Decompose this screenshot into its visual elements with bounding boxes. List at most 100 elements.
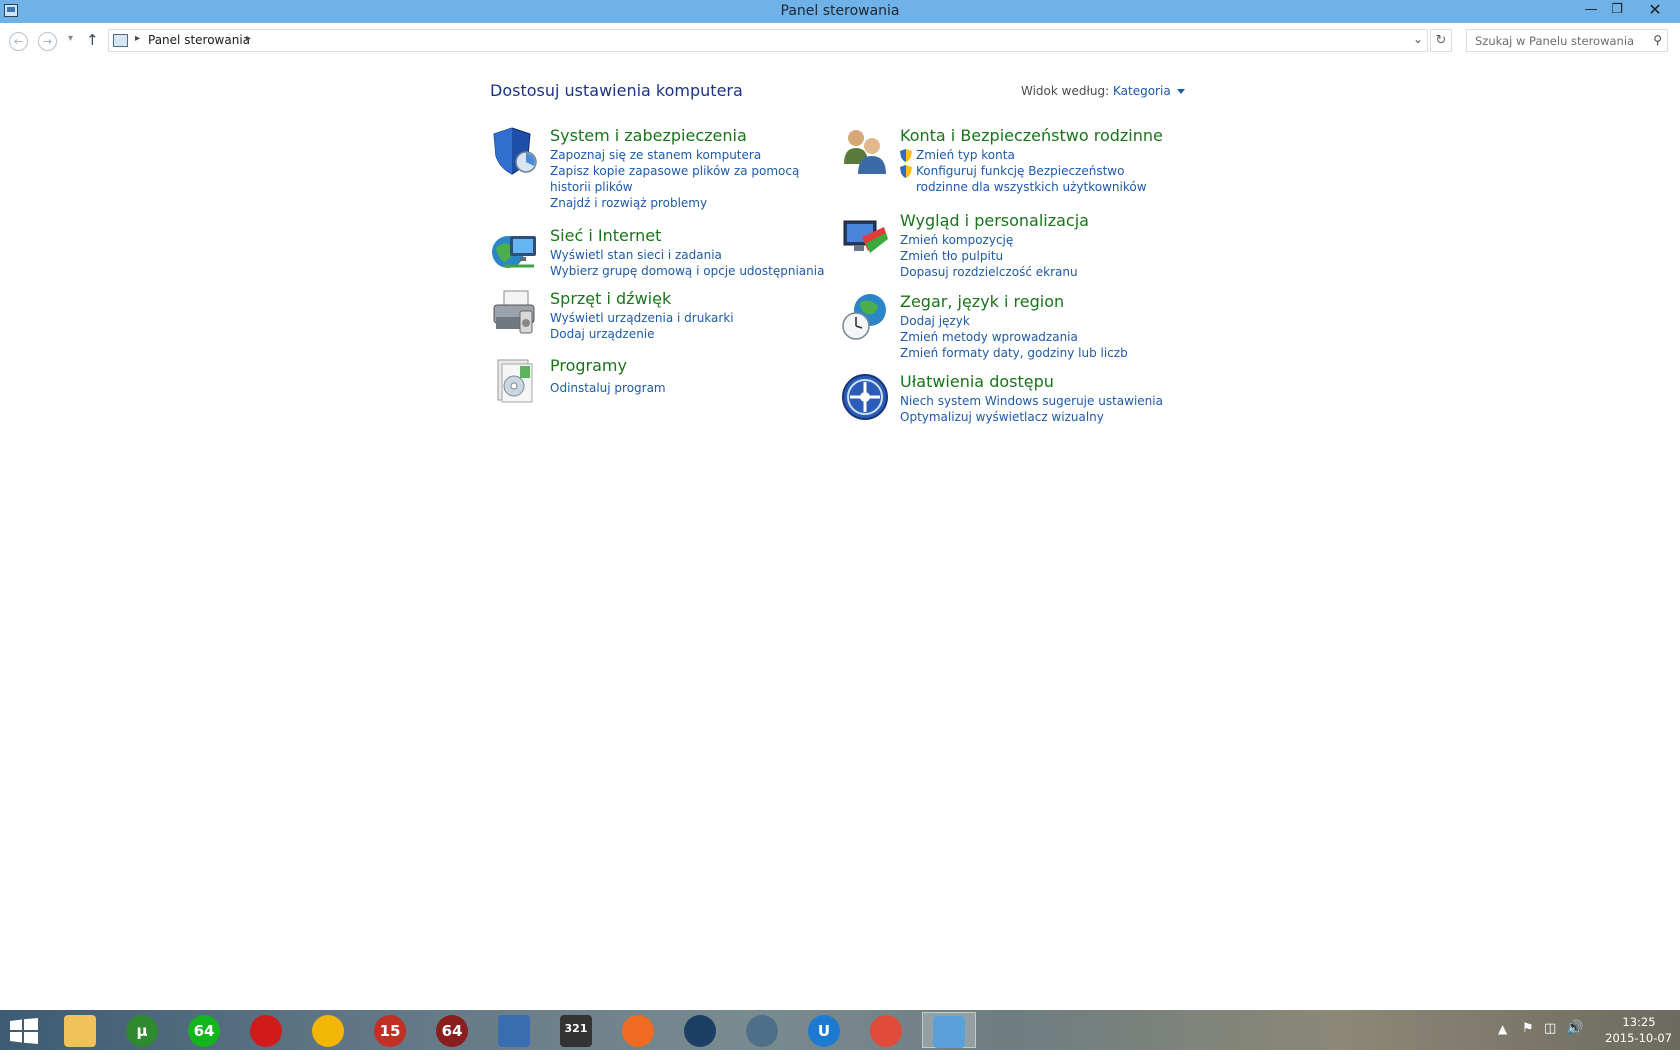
category-link[interactable]: Konfiguruj funkcję Bezpieczeństwo rodzin… [900,163,1170,195]
category-title[interactable]: Sprzęt i dźwięk [550,289,671,308]
category-link[interactable]: Zmień formaty daty, godziny lub liczb [900,345,1128,361]
recent-locations-button[interactable]: ▾ [68,33,73,44]
category-title[interactable]: Konta i Bezpieczeństwo rodzinne [900,126,1163,145]
clock-date: 2015-10-07 [1605,1031,1672,1045]
age-rating-app-icon: 15 [374,1015,406,1047]
uplay-icon: U [808,1015,840,1047]
chevron-down-icon[interactable]: ⌄ [1413,32,1423,46]
taskbar-mail-app-button[interactable] [488,1012,542,1048]
taskbar-control-panel-button[interactable] [922,1012,976,1048]
search-box[interactable]: ⚲ [1466,29,1668,52]
category-link[interactable]: Zmień typ konta [900,147,1170,163]
clapper-app-icon: 321 [560,1015,592,1047]
chevron-down-icon[interactable] [1176,89,1185,94]
taskbar-64-app-button[interactable]: 64 [178,1012,232,1048]
taskbar-uplay-button[interactable]: U [798,1012,852,1048]
category-link[interactable]: Odinstaluj program [550,380,666,396]
category-link[interactable]: Zmień kompozycję [900,232,1078,248]
search-icon[interactable]: ⚲ [1653,33,1662,47]
category-link[interactable]: Zmień tło pulpitu [900,248,1078,264]
utorrent-icon-label: µ [136,1022,148,1040]
back-button[interactable]: ← [9,32,28,51]
category-link[interactable]: Optymalizuj wyświetlacz wizualny [900,409,1163,425]
tool-app-icon [746,1015,778,1047]
address-bar[interactable]: ▸ Panel sterowania ▸ ⌄ [108,29,1428,52]
taskbar-tool-app-button[interactable] [736,1012,790,1048]
category-title[interactable]: Zegar, język i region [900,292,1064,311]
64-app-icon: 64 [188,1015,220,1047]
printer-icon[interactable] [490,289,540,339]
uac-shield-icon [900,165,912,178]
taskbar-utorrent-button[interactable]: µ [116,1012,170,1048]
taskbar: µ 64 15 64 321 U ▲ ⚑ ◫ 🔊 13:25 2015-10-07 [0,1010,1680,1050]
users-icon[interactable] [840,126,890,176]
category-link[interactable]: Znajdź i rozwiąż problemy [550,195,810,211]
show-hidden-icons-button[interactable]: ▲ [1498,1022,1507,1062]
forward-button[interactable]: → [38,32,57,51]
taskbar-origin-button[interactable] [612,1012,666,1048]
taskbar-age-rating-app-button[interactable]: 15 [364,1012,418,1048]
category-title[interactable]: Programy [550,356,627,375]
category-link[interactable]: Zapisz kopie zapasowe plików za pomocą h… [550,163,810,195]
clock-time: 13:25 [1622,1015,1656,1029]
category-link[interactable]: Wyświetl stan sieci i zadania [550,247,824,263]
taskbar-gear-64-app-button[interactable]: 64 [426,1012,480,1048]
uplay-icon-label: U [817,1022,831,1040]
category-link[interactable]: Wyświetl urządzenia i drukarki [550,310,734,326]
category-link[interactable]: Niech system Windows sugeruje ustawienia [900,393,1163,409]
category-link[interactable]: Wybierz grupę domową i opcje udostępnian… [550,263,824,279]
category-title[interactable]: System i zabezpieczenia [550,126,747,145]
system-clock[interactable]: 13:25 2015-10-07 [1592,1014,1672,1046]
link-text[interactable]: Konfiguruj funkcję Bezpieczeństwo rodzin… [916,164,1147,194]
network-globe-icon[interactable] [490,226,540,276]
taskbar-warning-app-button[interactable] [302,1012,356,1048]
view-by-dropdown[interactable]: Kategoria [1113,84,1185,98]
security-shield-icon[interactable] [490,126,540,176]
up-button[interactable]: ↑ [86,31,99,49]
ease-of-access-icon[interactable] [840,372,890,422]
chrome-icon [870,1015,902,1047]
steam-icon [684,1015,716,1047]
clapper-app-icon-label: 321 [564,1022,588,1035]
page-title: Dostosuj ustawienia komputera [490,81,743,100]
volume-icon[interactable]: 🔊 [1566,1020,1583,1060]
network-icon[interactable]: ◫ [1544,1021,1556,1061]
taskbar-chrome-button[interactable] [860,1012,914,1048]
link-text[interactable]: Zmień typ konta [916,148,1015,162]
search-input[interactable] [1467,30,1647,51]
warning-app-icon [312,1015,344,1047]
programs-icon[interactable] [490,356,540,406]
breadcrumb-separator-icon[interactable]: ▸ [135,33,140,44]
view-by-label: Widok według: [1021,84,1110,98]
flag-icon[interactable]: ⚑ [1522,1021,1534,1061]
category-link[interactable]: Dodaj urządzenie [550,326,734,342]
control-panel-icon [933,1016,965,1048]
category-title[interactable]: Sieć i Internet [550,226,661,245]
start-button[interactable] [0,1012,54,1048]
refresh-button[interactable]: ↻ [1430,29,1452,52]
utorrent-icon: µ [126,1015,158,1047]
restore-button[interactable]: ❐ [1602,0,1632,22]
category-link[interactable]: Dodaj język [900,313,1128,329]
category-link[interactable]: Zmień metody wprowadzania [900,329,1128,345]
navigation-bar: ← → ▾ ↑ ▸ Panel sterowania ▸ ⌄ ↻ ⚲ [0,26,1680,56]
taskbar-steam-button[interactable] [674,1012,728,1048]
appearance-monitor-icon[interactable] [840,211,890,261]
taskbar-clapper-app-button[interactable]: 321 [550,1012,604,1048]
taskbar-file-explorer-button[interactable] [54,1012,108,1048]
category-link[interactable]: Zapoznaj się ze stanem komputera [550,147,810,163]
uac-shield-icon [900,149,912,162]
breadcrumb-control-panel[interactable]: Panel sterowania [148,33,250,47]
taskbar-record-button[interactable] [240,1012,294,1048]
category-link[interactable]: Dopasuj rozdzielczość ekranu [900,264,1078,280]
breadcrumb-separator-icon[interactable]: ▸ [246,33,251,44]
close-button[interactable]: ✕ [1640,0,1670,22]
origin-icon [622,1015,654,1047]
category-title[interactable]: Ułatwienia dostępu [900,372,1054,391]
control-panel-icon [113,34,128,47]
clock-globe-icon[interactable] [840,292,890,342]
category-title[interactable]: Wygląd i personalizacja [900,211,1089,230]
age-rating-app-icon-label: 15 [379,1022,401,1040]
record-icon [250,1015,282,1047]
view-by-value[interactable]: Kategoria [1113,84,1171,98]
